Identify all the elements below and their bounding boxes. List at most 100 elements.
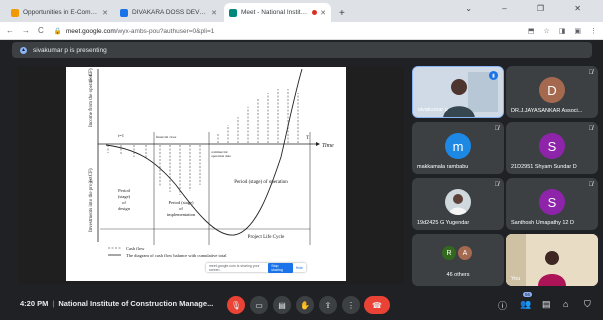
- hide-button[interactable]: Hide: [296, 266, 303, 270]
- self-tile[interactable]: You: [506, 234, 598, 286]
- mic-off-icon: 🎙̸: [494, 126, 500, 132]
- tab-title: DIVAKARA DOSS DEVENDRAN: [132, 9, 209, 16]
- y-bottom-label: Investments into the project: [89, 176, 94, 232]
- host-controls-icon[interactable]: ⛉: [584, 299, 591, 310]
- close-tab-icon[interactable]: ✕: [102, 9, 108, 17]
- present-icon: ⇪: [324, 300, 332, 310]
- captions-button[interactable]: ▤: [273, 296, 291, 314]
- y-bottom-sign: (− CF): [89, 168, 94, 182]
- participant-count-badge: 56: [523, 292, 533, 297]
- legend-cash-flow: Cash flow: [126, 246, 145, 251]
- participant-tile[interactable]: S 🎙̸ 21D2951 Shyam Sundar D: [506, 122, 598, 174]
- avatar: S: [539, 133, 565, 159]
- meeting-info: 4:20 PM | National Institute of Constructi…: [20, 299, 213, 308]
- participant-name: 21D2951 Shyam Sundar D: [511, 164, 577, 170]
- extension-icon[interactable]: ▣: [574, 27, 581, 35]
- participant-tile[interactable]: S 🎙̸ Santhosh Umapathy 12 D: [506, 178, 598, 230]
- period-design-4: design: [118, 206, 130, 211]
- others-tile[interactable]: R A 46 others: [412, 234, 504, 286]
- participant-tile[interactable]: D 🎙̸ DR.J.JAYASANKAR Associ...: [506, 66, 598, 118]
- cast-icon[interactable]: ⬒: [528, 27, 535, 35]
- menu-icon[interactable]: ⋮: [590, 27, 597, 35]
- period-design-2: (stage): [118, 194, 131, 199]
- activities-icon[interactable]: ⌂: [563, 299, 568, 309]
- participant-name: makkamala rambabu: [417, 164, 469, 170]
- url-field[interactable]: 🔒 meet.google.com/wyx-ambs-pou?authuser=0…: [54, 27, 215, 35]
- url-host: meet.google.com: [65, 27, 116, 35]
- participant-name: 19d2425 G Yugendar: [417, 220, 470, 226]
- period-impl-1: Period (stage): [168, 200, 194, 205]
- close-tab-icon[interactable]: ✕: [211, 9, 217, 17]
- presenting-text: sivakumar p is presenting: [33, 46, 107, 54]
- chat-icon[interactable]: ▤: [542, 299, 551, 310]
- sidebar-icon[interactable]: ◨: [559, 27, 566, 35]
- present-button[interactable]: ⇪: [319, 296, 337, 314]
- end-call-icon: ☎: [372, 300, 382, 310]
- legend-diagram: The diagram of cash flow balance with cu…: [126, 253, 227, 258]
- time-label: Time: [322, 143, 334, 149]
- mic-off-icon: 🎙̸: [588, 182, 594, 188]
- raise-hand-icon: ✋: [300, 300, 310, 310]
- info-icon[interactable]: ⓘ: [498, 299, 507, 312]
- avatar: m: [445, 133, 471, 159]
- avatar: D: [539, 77, 565, 103]
- people-icon[interactable]: 👥: [520, 299, 531, 310]
- separator: |: [52, 299, 55, 308]
- participant-tile-presenter[interactable]: sivakumar p ▮: [412, 66, 504, 118]
- presentation-icon: ▲: [20, 46, 27, 54]
- participant-tile[interactable]: m 🎙̸ makkamala rambabu: [412, 122, 504, 174]
- reload-icon[interactable]: C: [38, 26, 44, 35]
- mic-toggle-button[interactable]: 🎙: [227, 296, 245, 314]
- life-cycle-label: Project Life Cycle: [248, 235, 285, 240]
- mic-off-icon: 🎙̸: [494, 182, 500, 188]
- forward-icon[interactable]: →: [22, 26, 30, 35]
- toolbar-icons: ⬒ ☆ ◨ ▣ ⋮: [528, 27, 597, 35]
- end-call-button[interactable]: ☎: [364, 296, 390, 314]
- t-label: T: [306, 136, 309, 141]
- browser-tab-3[interactable]: Meet - National Institute of ✕: [224, 3, 331, 22]
- meeting-title: National Institute of Construction Manag…: [58, 299, 214, 308]
- participant-name: sivakumar p: [418, 107, 448, 113]
- browser-tab-2[interactable]: DIVAKARA DOSS DEVENDRAN ✕: [115, 3, 222, 22]
- snackbar-text: meet.google.com is sharing your screen.: [209, 263, 260, 272]
- tab-favicon: [11, 8, 19, 17]
- more-options-button[interactable]: ⋮: [342, 296, 360, 314]
- period-design-1: Period: [118, 188, 130, 193]
- t0-label: t=1: [118, 133, 124, 138]
- period-operation: Period (stage) of operation: [234, 180, 288, 185]
- avatar: A: [458, 246, 472, 260]
- tab-favicon: [229, 8, 237, 17]
- recording-icon: [312, 10, 318, 15]
- new-tab-button[interactable]: +: [339, 8, 345, 19]
- more-icon: ⋮: [347, 300, 355, 310]
- participant-tile[interactable]: 🎙̸ 19d2425 G Yugendar: [412, 178, 504, 230]
- close-tab-icon[interactable]: ✕: [320, 9, 326, 17]
- period-design-3: of: [122, 200, 126, 205]
- sharing-snackbar: meet.google.com is sharing your screen. …: [206, 262, 306, 273]
- raise-hand-button[interactable]: ✋: [296, 296, 314, 314]
- address-bar: ← → C 🔒 meet.google.com/wyx-ambs-pou?auth…: [0, 22, 603, 40]
- avatar: S: [539, 189, 565, 215]
- avatar: R: [442, 246, 456, 260]
- period-impl-2: of: [179, 206, 183, 211]
- cash-flow-diagram: Time T t=1 Income from the operation (+ …: [89, 68, 334, 258]
- back-icon[interactable]: ←: [6, 26, 14, 35]
- presentation-stage: Time T t=1 Income from the operation (+ …: [18, 66, 404, 284]
- tab-title: Opportunities in E-Commerce: [23, 9, 100, 16]
- financial-close-label: financial close: [156, 135, 177, 139]
- avatar-photo: [445, 189, 471, 215]
- person-photo: [449, 194, 467, 215]
- tab-title: Meet - National Institute of: [241, 9, 310, 16]
- commercial-op-label-2: operation date: [211, 154, 231, 158]
- bookmark-icon[interactable]: ☆: [543, 27, 549, 35]
- time-arrow: [316, 142, 320, 146]
- stop-sharing-button[interactable]: Stop sharing: [268, 262, 293, 273]
- captions-icon: ▤: [278, 300, 286, 310]
- camera-icon: ▭: [255, 300, 263, 310]
- browser-tab-bar: Opportunities in E-Commerce ✕ DIVAKARA D…: [0, 0, 603, 22]
- participant-name: You: [511, 276, 521, 282]
- browser-tab-1[interactable]: Opportunities in E-Commerce ✕: [6, 3, 113, 22]
- window-controls[interactable]: ⌄ – ❐ ✕: [465, 4, 595, 13]
- meeting-controls-bar: 4:20 PM | National Institute of Constructi…: [0, 290, 603, 320]
- camera-toggle-button[interactable]: ▭: [250, 296, 268, 314]
